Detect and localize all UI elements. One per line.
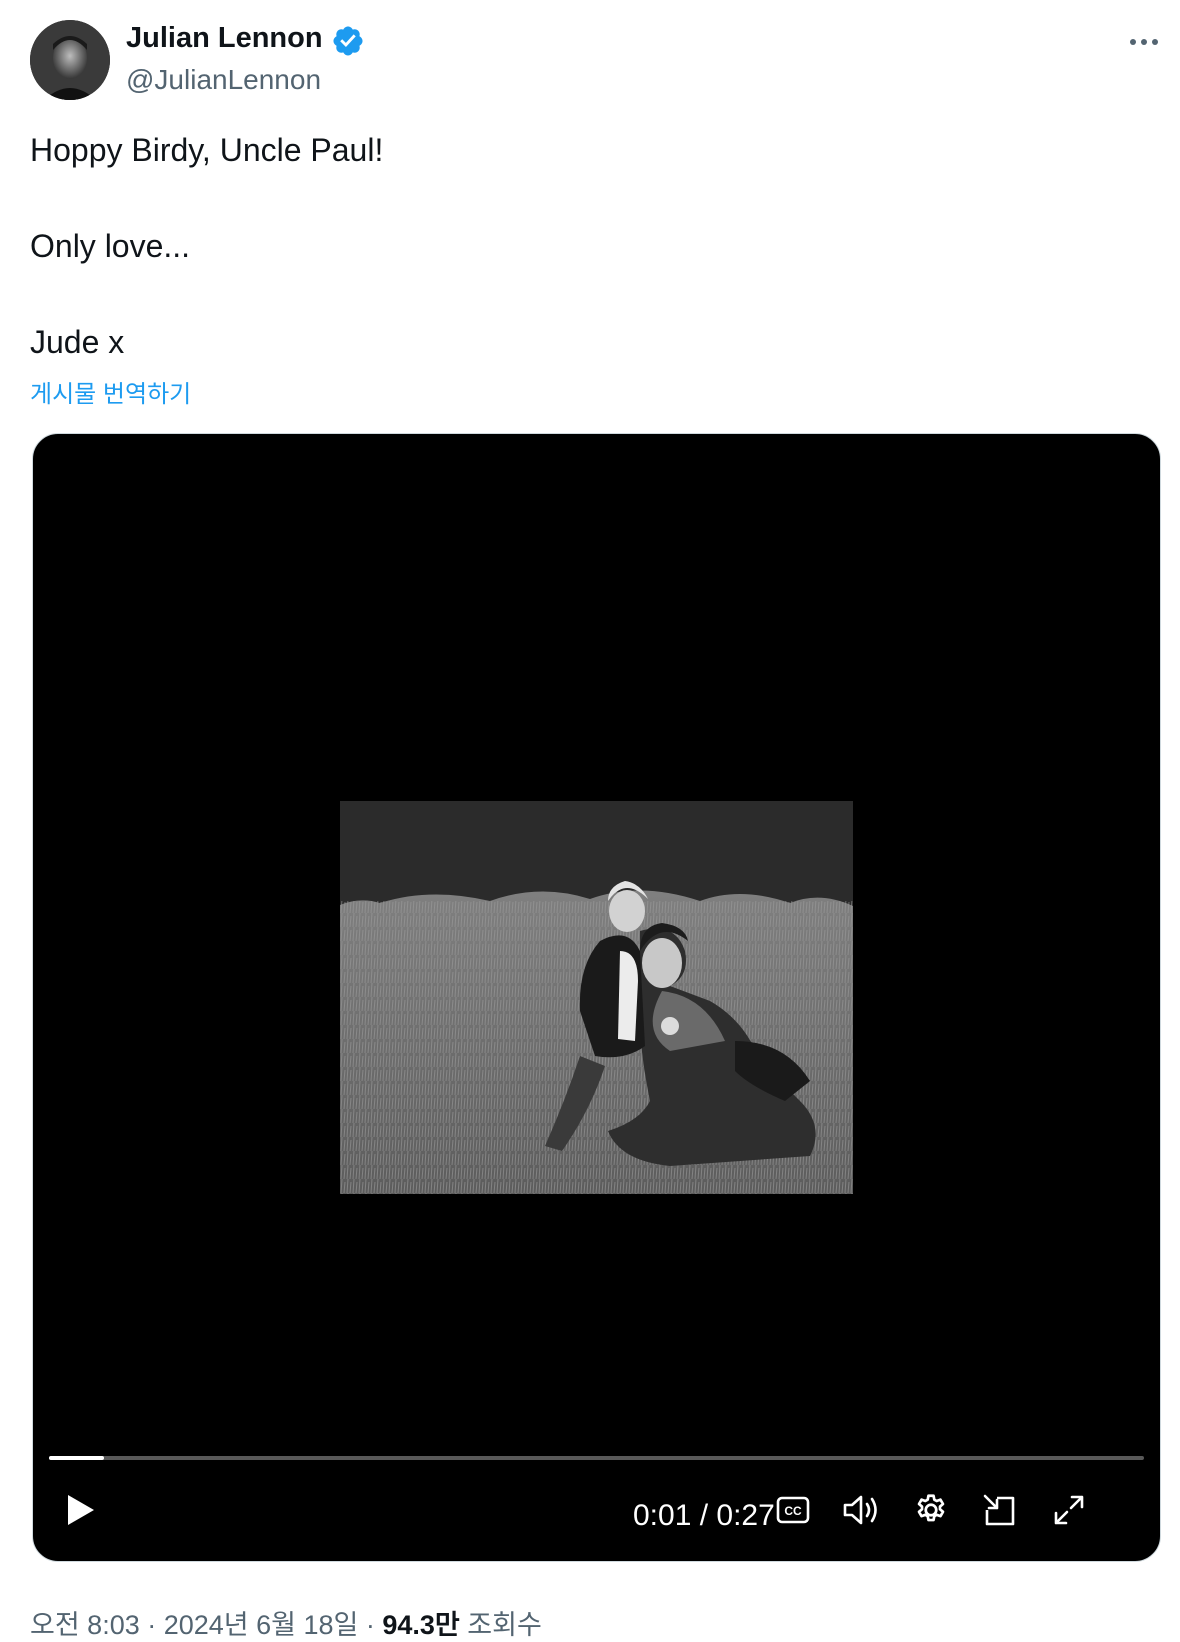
play-icon (68, 1495, 94, 1525)
tweet-text-line: Jude x (30, 324, 125, 360)
fullscreen-icon (1054, 1495, 1084, 1525)
picture-in-picture-icon (983, 1494, 1015, 1526)
tweet-text-line: Only love... (30, 228, 191, 264)
author-handle[interactable]: @JulianLennon (126, 64, 321, 96)
volume-icon (843, 1495, 877, 1525)
gear-icon (917, 1494, 945, 1522)
play-button[interactable] (55, 1484, 107, 1536)
tweet-time[interactable]: 오전 8:03 (30, 1610, 140, 1640)
video-frame-photo (340, 801, 853, 1194)
views-label: 조회수 (467, 1610, 542, 1640)
tweet-text-line: Hoppy Birdy, Uncle Paul! (30, 132, 384, 168)
volume-button[interactable] (839, 1488, 883, 1532)
translate-post-link[interactable]: 게시물 번역하기 (30, 374, 191, 409)
video-player[interactable]: 0:01 / 0:27 CC (32, 433, 1161, 1562)
meta-separator: · (139, 1610, 164, 1640)
video-progress-fill (49, 1456, 104, 1460)
tweet-metadata: 오전 8:03 · 2024년 6월 18일 · 94.3만 조회수 (30, 1603, 542, 1642)
avatar[interactable] (30, 20, 110, 100)
settings-button[interactable] (909, 1488, 953, 1532)
time-separator: / (691, 1499, 717, 1532)
author-display-name[interactable]: Julian Lennon (126, 22, 323, 55)
fullscreen-button[interactable] (1047, 1488, 1091, 1532)
video-time-readout: 0:01 / 0:27 (633, 1499, 775, 1533)
views-count: 94.3만 (382, 1610, 460, 1640)
svg-text:CC: CC (784, 1504, 802, 1518)
video-duration: 0:27 (716, 1499, 775, 1532)
more-options-button[interactable] (1122, 24, 1166, 60)
tweet-date[interactable]: 2024년 6월 18일 (164, 1610, 359, 1640)
video-current-time: 0:01 (633, 1499, 692, 1532)
more-dots-icon (1130, 39, 1158, 45)
captions-button[interactable]: CC (771, 1488, 815, 1532)
picture-in-picture-button[interactable] (977, 1488, 1021, 1532)
verified-badge-icon (331, 24, 365, 58)
video-progress-bar[interactable] (49, 1456, 1144, 1460)
closed-captions-icon: CC (776, 1496, 810, 1524)
meta-separator: · (358, 1610, 383, 1640)
avatar-photo (30, 20, 110, 100)
